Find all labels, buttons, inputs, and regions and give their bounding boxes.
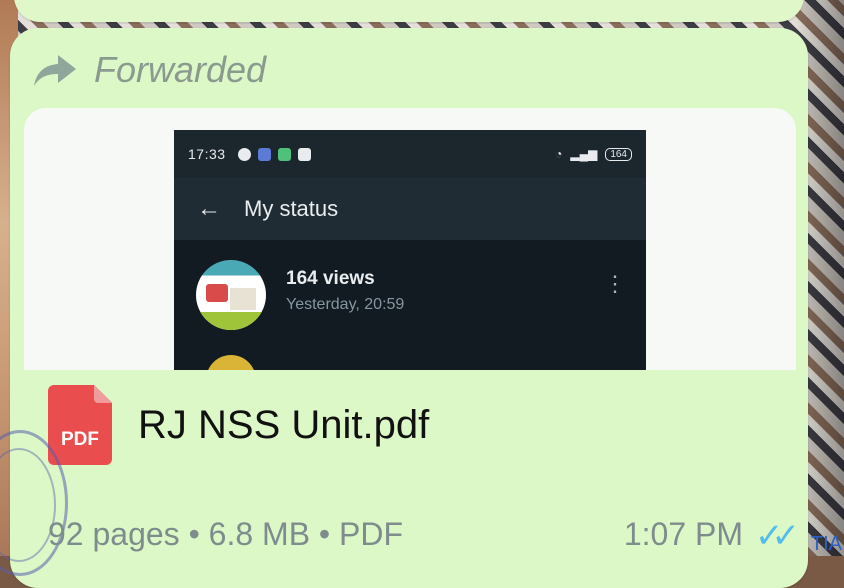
- corner-text: TIA: [810, 533, 842, 555]
- second-status-avatar: [206, 355, 256, 370]
- forwarded-label: Forwarded: [94, 49, 267, 90]
- status-app-bar: ← My status: [174, 178, 646, 240]
- message-time: 1:07 PM: [623, 516, 744, 552]
- status-bar-indicators: ◔ ▂▄▆ 164: [555, 147, 632, 161]
- document-row[interactable]: PDF RJ NSS Unit.pdf: [24, 370, 796, 480]
- file-name: RJ NSS Unit.pdf: [138, 402, 430, 447]
- preview-thumbnail: 17:33 ◔ ▂▄▆ 164 ← My status 164 views Ye…: [174, 130, 646, 370]
- status-time: Yesterday, 20:59: [286, 296, 405, 313]
- message-status: 1:07 PM ✓✓: [623, 516, 800, 556]
- previous-message-bubble[interactable]: [14, 0, 804, 22]
- document-preview[interactable]: 17:33 ◔ ▂▄▆ 164 ← My status 164 views Ye…: [24, 108, 796, 370]
- status-entry: 164 views Yesterday, 20:59 ⋮: [174, 240, 646, 350]
- wifi-icon: ◔: [555, 147, 563, 161]
- message-meta: 92 pages • 6.8 MB • PDF 1:07 PM ✓✓: [48, 516, 808, 564]
- app-icon: [257, 147, 271, 161]
- status-bar-time: 17:33: [188, 146, 226, 162]
- pdf-file-icon: PDF: [48, 385, 112, 465]
- forwarded-row: Forwarded: [32, 48, 266, 92]
- back-arrow-icon: ←: [197, 195, 221, 222]
- more-options-icon: ⋮: [604, 271, 626, 296]
- read-receipt-icon: ✓✓: [755, 517, 800, 555]
- app-icon: [277, 147, 291, 161]
- signal-icon: ▂▄▆: [570, 147, 598, 161]
- facebook-icon: [297, 147, 311, 161]
- phone-status-bar: 17:33 ◔ ▂▄▆ 164: [174, 130, 646, 178]
- views-count: 164 views: [286, 268, 375, 289]
- battery-icon: 164: [605, 147, 632, 161]
- status-title: My status: [244, 196, 339, 221]
- pdf-badge: PDF: [61, 429, 99, 450]
- status-avatar: [196, 260, 266, 330]
- file-details: 92 pages • 6.8 MB • PDF: [48, 516, 404, 552]
- forward-arrow-icon: [32, 53, 78, 87]
- app-icon: [237, 147, 251, 161]
